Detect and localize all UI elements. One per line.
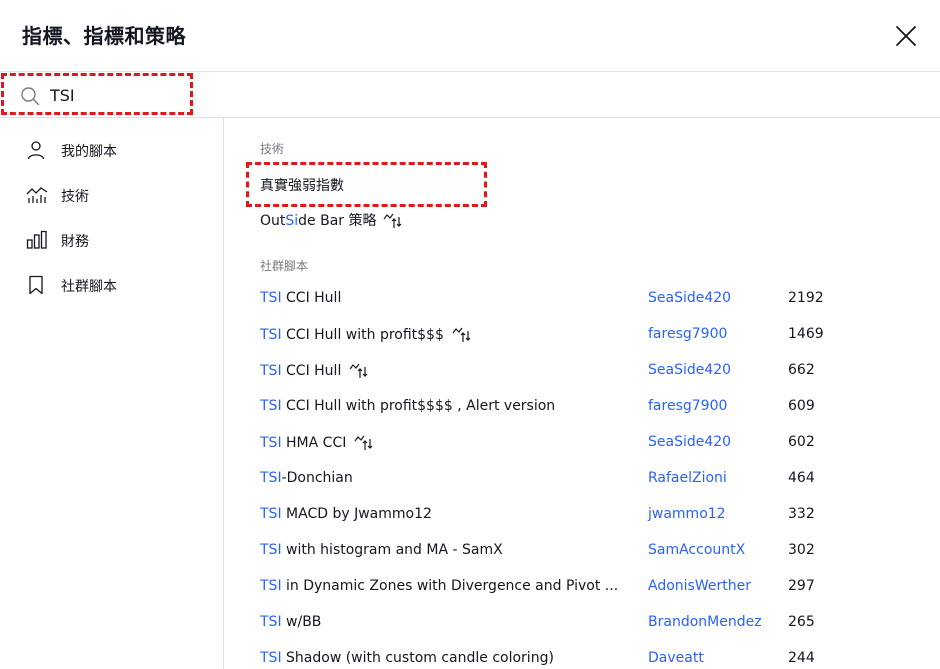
sidebar-item-label: 社群腳本	[61, 279, 117, 295]
script-name-rest: HMA CCI	[281, 435, 347, 451]
script-likes-count: 662	[788, 362, 815, 378]
result-label-match: Si	[285, 213, 299, 229]
community-script-row[interactable]: TSI Shadow (with custom candle coloring)…	[260, 644, 920, 669]
sidebar-item-label: 技術	[61, 189, 89, 205]
script-name: TSI MACD by Jwammo12	[260, 506, 432, 522]
script-name-rest: CCI Hull with profit$$$$ , Alert version	[281, 398, 556, 414]
strategy-icon	[349, 362, 369, 380]
results-list: 技術 真實強弱指數 OutSide Bar 策略 社群腳本 TSI CCI Hu…	[224, 118, 940, 669]
script-name-rest: CCI Hull	[281, 290, 342, 306]
script-likes-count: 297	[788, 578, 815, 594]
result-label-part: de Bar 策略	[298, 213, 377, 229]
dialog-header: 指標、指標和策略	[0, 0, 940, 72]
script-name: TSI-Donchian	[260, 470, 353, 486]
script-likes-count: 609	[788, 398, 815, 414]
sidebar-item-label: 財務	[61, 234, 89, 250]
script-name-match: TSI	[260, 290, 282, 306]
script-name-rest: Shadow (with custom candle coloring)	[281, 650, 554, 666]
strategy-icon	[354, 434, 374, 452]
script-likes-count: 602	[788, 434, 815, 450]
script-author-link[interactable]: Daveatt	[648, 650, 704, 666]
technicals-chart-icon	[26, 185, 48, 205]
script-likes-count: 302	[788, 542, 815, 558]
script-name-rest: CCI Hull	[281, 363, 342, 379]
sidebar-item-technicals[interactable]: 技術	[0, 175, 224, 215]
community-script-row[interactable]: TSI with histogram and MA - SamX SamAccou…	[260, 536, 920, 566]
script-name-match: TSI	[260, 470, 282, 486]
script-author-link[interactable]: SeaSide420	[648, 290, 731, 306]
community-script-row[interactable]: TSI MACD by Jwammo12 jwammo12 332	[260, 500, 920, 530]
close-icon[interactable]	[892, 22, 920, 50]
script-name: TSI Shadow (with custom candle coloring)	[260, 650, 554, 666]
script-likes-count: 1469	[788, 326, 824, 342]
script-name-match: TSI	[260, 363, 282, 379]
script-name-rest: in Dynamic Zones with Divergence and Piv…	[281, 578, 619, 594]
script-author-link[interactable]: RafaelZioni	[648, 470, 727, 486]
script-name-match: TSI	[260, 398, 282, 414]
script-name-match: TSI	[260, 542, 282, 558]
script-name-rest: -Donchian	[281, 470, 353, 486]
script-name: TSI in Dynamic Zones with Divergence and…	[260, 578, 618, 594]
script-author-link[interactable]: jwammo12	[648, 506, 726, 522]
person-icon	[26, 140, 46, 160]
community-script-row[interactable]: TSI CCI Hull with profit$$$$ , Alert ver…	[260, 392, 920, 422]
script-name: TSI CCI Hull with profit$$$$ , Alert ver…	[260, 398, 555, 414]
script-author-link[interactable]: SamAccountX	[648, 542, 745, 558]
script-name-match: TSI	[260, 435, 282, 451]
script-likes-count: 2192	[788, 290, 824, 306]
script-name: TSI w/BB	[260, 614, 321, 630]
script-name: TSI CCI Hull	[260, 362, 369, 380]
script-name-rest: w/BB	[281, 614, 322, 630]
script-name: TSI CCI Hull	[260, 290, 341, 306]
script-author-link[interactable]: AdonisWerther	[648, 578, 751, 594]
search-input[interactable]	[50, 83, 350, 107]
script-author-link[interactable]: SeaSide420	[648, 434, 731, 450]
script-name: TSI with histogram and MA - SamX	[260, 542, 503, 558]
script-name-rest: CCI Hull with profit$$$	[281, 327, 444, 343]
result-outside-bar-strategy[interactable]: OutSide Bar 策略	[260, 210, 403, 230]
script-name-rest: with histogram and MA - SamX	[281, 542, 503, 558]
script-author-link[interactable]: faresg7900	[648, 398, 727, 414]
script-name-match: TSI	[260, 650, 282, 666]
financials-bar-icon	[26, 230, 47, 250]
script-name: TSI CCI Hull with profit$$$	[260, 326, 472, 344]
script-author-link[interactable]: faresg7900	[648, 326, 727, 342]
sidebar-item-label: 我的腳本	[61, 144, 117, 160]
search-bar	[0, 72, 940, 118]
section-label-technicals: 技術	[260, 142, 285, 156]
script-likes-count: 332	[788, 506, 815, 522]
dialog-title: 指標、指標和策略	[22, 24, 186, 48]
result-label: 真實強弱指數	[260, 178, 344, 194]
script-author-link[interactable]: BrandonMendez	[648, 614, 762, 630]
script-name: TSI HMA CCI	[260, 434, 374, 452]
indicators-dialog: 指標、指標和策略 我的腳本	[0, 0, 940, 669]
sidebar-item-community-scripts[interactable]: 社群腳本	[0, 265, 224, 305]
section-label-community: 社群腳本	[260, 259, 309, 273]
script-name-match: TSI	[260, 614, 282, 630]
sidebar: 我的腳本 技術 財務 社群腳本	[0, 118, 224, 669]
community-script-row[interactable]: TSI w/BB BrandonMendez 265	[260, 608, 920, 638]
script-likes-count: 265	[788, 614, 815, 630]
strategy-icon	[383, 212, 403, 230]
script-name-match: TSI	[260, 327, 282, 343]
community-script-row[interactable]: TSI in Dynamic Zones with Divergence and…	[260, 572, 920, 602]
result-true-strength-index[interactable]: 真實強弱指數	[260, 175, 344, 195]
sidebar-item-financials[interactable]: 財務	[0, 220, 224, 260]
community-script-row[interactable]: TSI CCI Hull SeaSide420 2192	[260, 284, 920, 314]
community-script-row[interactable]: TSI HMA CCI SeaSide420 602	[260, 428, 920, 458]
script-name-match: TSI	[260, 578, 282, 594]
script-likes-count: 244	[788, 650, 815, 666]
script-likes-count: 464	[788, 470, 815, 486]
result-label-part: Out	[260, 213, 286, 229]
community-script-row[interactable]: TSI CCI Hull with profit$$$ faresg7900 146…	[260, 320, 920, 350]
sidebar-item-my-scripts[interactable]: 我的腳本	[0, 130, 224, 170]
script-name-rest: MACD by Jwammo12	[281, 506, 432, 522]
search-icon	[20, 86, 40, 106]
strategy-icon	[452, 326, 472, 344]
community-script-row[interactable]: TSI CCI Hull SeaSide420 662	[260, 356, 920, 386]
community-script-row[interactable]: TSI-Donchian RafaelZioni 464	[260, 464, 920, 494]
script-name-match: TSI	[260, 506, 282, 522]
script-author-link[interactable]: SeaSide420	[648, 362, 731, 378]
bookmark-icon	[26, 275, 46, 295]
